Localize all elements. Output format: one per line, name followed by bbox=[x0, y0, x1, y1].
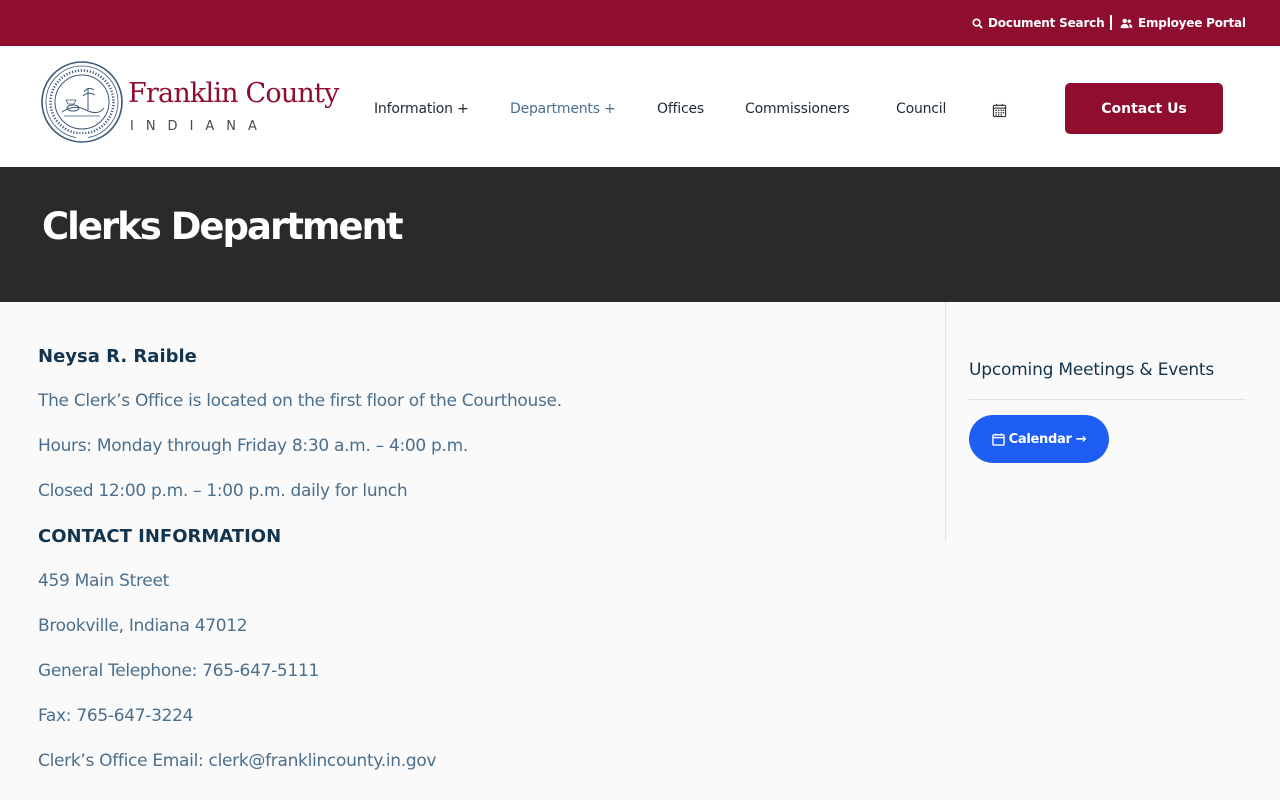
hours-text: Hours: Monday through Friday 8:30 a.m. –… bbox=[38, 436, 468, 456]
nav-commissioners[interactable]: Commissioners bbox=[745, 101, 850, 117]
logo-wordmark: Franklin County bbox=[128, 78, 339, 109]
employee-portal-label: Employee Portal bbox=[1138, 16, 1246, 30]
employee-portal-link[interactable]: Employee Portal bbox=[1120, 0, 1246, 46]
calendar-button[interactable]: Calendar → bbox=[969, 415, 1109, 463]
document-search-link[interactable]: Document Search bbox=[972, 0, 1105, 46]
utility-divider bbox=[1110, 15, 1112, 30]
county-seal-icon bbox=[41, 61, 123, 143]
contact-information-heading: CONTACT INFORMATION bbox=[38, 526, 282, 547]
logo-state: INDIANA bbox=[130, 119, 269, 134]
calendar-button-label: Calendar → bbox=[1008, 431, 1087, 447]
sidebar-divider bbox=[945, 302, 946, 542]
nav-information[interactable]: Information + bbox=[374, 101, 469, 117]
sidebar-rule bbox=[969, 399, 1246, 400]
address-line-2: Brookville, Indiana 47012 bbox=[38, 616, 248, 636]
users-icon bbox=[1120, 18, 1133, 28]
calendar-icon[interactable] bbox=[992, 103, 1007, 122]
fax-number: Fax: 765-647-3224 bbox=[38, 706, 194, 726]
clerk-email-link[interactable]: Clerk’s Office Email: clerk@franklincoun… bbox=[38, 751, 436, 771]
nav-departments[interactable]: Departments + bbox=[510, 101, 616, 117]
address-line-1: 459 Main Street bbox=[38, 571, 169, 591]
page-title: Clerks Department bbox=[42, 205, 404, 248]
site-header: Franklin County INDIANA Information + De… bbox=[0, 46, 1280, 167]
site-logo[interactable]: Franklin County INDIANA bbox=[40, 60, 339, 146]
contact-us-button[interactable]: Contact Us bbox=[1065, 83, 1223, 134]
calendar-icon bbox=[991, 432, 1005, 446]
search-icon bbox=[972, 17, 983, 29]
document-search-label: Document Search bbox=[988, 16, 1105, 30]
upcoming-events-heading: Upcoming Meetings & Events bbox=[969, 360, 1215, 380]
nav-offices[interactable]: Offices bbox=[657, 101, 704, 117]
clerk-name: Neysa R. Raible bbox=[38, 346, 197, 367]
lunch-closed-text: Closed 12:00 p.m. – 1:00 p.m. daily for … bbox=[38, 481, 408, 501]
page-hero: Clerks Department bbox=[0, 167, 1280, 302]
general-telephone: General Telephone: 765-647-5111 bbox=[38, 661, 319, 681]
location-text: The Clerk’s Office is located on the fir… bbox=[38, 391, 562, 411]
utility-bar: Document Search Employee Portal bbox=[0, 0, 1280, 46]
nav-council[interactable]: Council bbox=[896, 101, 946, 117]
